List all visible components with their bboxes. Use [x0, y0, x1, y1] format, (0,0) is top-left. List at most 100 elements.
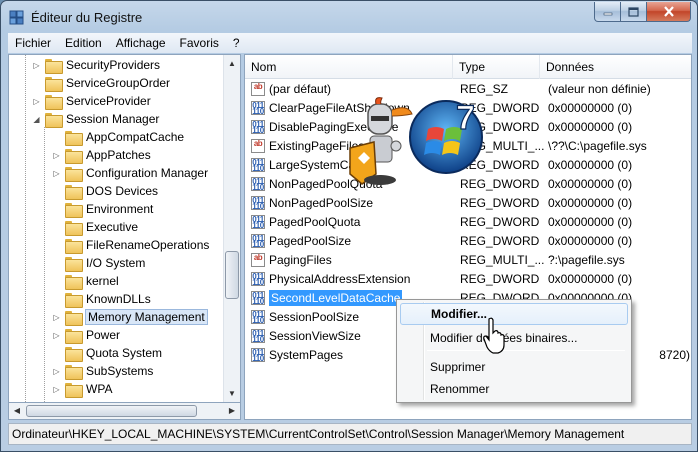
- menu-fichier[interactable]: Fichier: [8, 36, 58, 50]
- value-data: (valeur non définie): [548, 82, 651, 96]
- menu-item-renommer[interactable]: Renommer: [400, 378, 628, 400]
- close-button[interactable]: [647, 2, 691, 22]
- menu-help[interactable]: ?: [226, 36, 247, 50]
- tree-item-label: FileRenameOperations: [86, 238, 210, 252]
- value-data: 0x00000000 (0): [548, 234, 633, 248]
- value-data: \??\C:\pagefile.sys: [548, 139, 647, 153]
- tree-item-power[interactable]: ▷ Power: [52, 326, 120, 344]
- column-header-name[interactable]: Nom: [245, 55, 453, 79]
- tree-vertical-scrollbar[interactable]: ▲ ▼: [223, 55, 240, 402]
- binary-value-icon: 011 110: [251, 329, 265, 344]
- folder-icon: [65, 202, 83, 218]
- value-name: SystemPages: [269, 348, 344, 362]
- tree-item-executive[interactable]: Executive: [52, 218, 138, 236]
- minimize-button[interactable]: [594, 2, 621, 22]
- tree-hscroll-thumb[interactable]: [26, 405, 197, 417]
- value-name: SecondLevelDataCache: [269, 290, 403, 306]
- window-title: Éditeur du Registre: [31, 10, 143, 25]
- menu-favoris[interactable]: Favoris: [173, 36, 226, 50]
- expand-arrow-icon[interactable]: ▷: [52, 367, 61, 376]
- context-menu: Modifier... Modifier données binaires...…: [396, 299, 632, 403]
- tree-item-environment[interactable]: Environment: [52, 200, 153, 218]
- binary-value-icon: 011 110: [251, 101, 265, 116]
- tree-item-i-o-system[interactable]: I/O System: [52, 254, 145, 272]
- tree-item-quota-system[interactable]: Quota System: [52, 344, 162, 362]
- value-name-cell: PagingFiles: [269, 251, 453, 269]
- tree-item-servicegrouporder[interactable]: ServiceGroupOrder: [32, 74, 170, 92]
- expand-arrow-icon[interactable]: ▷: [52, 331, 61, 340]
- scroll-down-icon[interactable]: ▼: [224, 385, 240, 402]
- win7-badge-text: 7: [456, 99, 475, 137]
- value-name: PagedPoolQuota: [269, 215, 361, 229]
- menu-affichage[interactable]: Affichage: [109, 36, 173, 50]
- tree-item-label: AppCompatCache: [86, 130, 185, 144]
- menu-edition[interactable]: Edition: [58, 36, 109, 50]
- menu-item-modifier[interactable]: Modifier...: [400, 303, 628, 325]
- table-row[interactable]: 011 110 NonPagedPoolSize REG_DWORD 0x0000000…: [245, 194, 691, 212]
- title-bar[interactable]: Éditeur du Registre: [1, 1, 697, 33]
- tree-item-securityproviders[interactable]: ▷ SecurityProviders: [32, 56, 160, 74]
- value-name: SessionViewSize: [269, 329, 361, 343]
- column-header-data[interactable]: Données: [540, 55, 691, 79]
- tree-item-filerenameoperations[interactable]: FileRenameOperations: [52, 236, 209, 254]
- menu-item-supprimer[interactable]: Supprimer: [400, 356, 628, 378]
- value-type: REG_DWORD: [460, 215, 540, 229]
- tree-item-wpa[interactable]: ▷ WPA: [52, 380, 112, 398]
- expand-arrow-icon[interactable]: ▷: [32, 97, 41, 106]
- registry-tree[interactable]: ▷ SecurityProviders ServiceGroupOrder ▷ Serv…: [8, 54, 241, 403]
- folder-icon: [65, 274, 83, 290]
- tree-item-label: ServiceProvider: [66, 94, 151, 108]
- windows7-badge-icon: 7: [409, 98, 483, 174]
- binary-value-icon: 011 110: [251, 348, 265, 363]
- binary-value-icon: 011 110: [251, 177, 265, 192]
- folder-icon: [65, 346, 83, 362]
- collapse-arrow-icon[interactable]: ◢: [32, 115, 41, 124]
- tree-item-memory-management[interactable]: ▷ Memory Management: [52, 308, 208, 326]
- tree-item-configuration-manager[interactable]: ▷ Configuration Manager: [52, 164, 208, 182]
- table-row[interactable]: 011 110 PagedPoolQuota REG_DWORD 0x00000000 …: [245, 213, 691, 231]
- tree-scroll-thumb[interactable]: [225, 251, 239, 299]
- folder-icon: [65, 256, 83, 272]
- tree-item-label: ServiceGroupOrder: [66, 76, 171, 90]
- expand-arrow-icon[interactable]: ▷: [52, 169, 61, 178]
- column-header-type[interactable]: Type: [453, 55, 540, 79]
- scroll-right-icon[interactable]: ▶: [224, 403, 240, 418]
- value-type: REG_DWORD: [460, 234, 540, 248]
- table-row[interactable]: ab PagingFiles REG_MULTI_... ?:\pagefile.sy…: [245, 251, 691, 269]
- tree-horizontal-scrollbar[interactable]: ◀ ▶: [8, 403, 241, 420]
- menu-item-modifier-binary[interactable]: Modifier données binaires...: [400, 327, 628, 349]
- tree-item-serviceprovider[interactable]: ▷ ServiceProvider: [32, 92, 151, 110]
- value-name: PagedPoolSize: [269, 234, 352, 248]
- tree-item-session-manager[interactable]: ◢ Session Manager: [32, 110, 159, 128]
- scroll-left-icon[interactable]: ◀: [9, 403, 25, 418]
- expand-arrow-icon[interactable]: ▷: [52, 313, 61, 322]
- tree-item-apppatches[interactable]: ▷ AppPatches: [52, 146, 151, 164]
- hand-pointer-icon: [483, 317, 505, 354]
- tree-item-label: kernel: [86, 274, 119, 288]
- registry-editor-window: Éditeur du Registre Fichier Edition Affi…: [0, 0, 698, 452]
- tree-item-subsystems[interactable]: ▷ SubSystems: [52, 362, 153, 380]
- tree-item-kernel[interactable]: kernel: [52, 272, 119, 290]
- tree-item-dos-devices[interactable]: DOS Devices: [52, 182, 158, 200]
- value-type: REG_MULTI_...: [460, 253, 545, 267]
- expand-arrow-icon[interactable]: ▷: [52, 385, 61, 394]
- value-name: PhysicalAddressExtension: [269, 272, 411, 286]
- expand-arrow-icon[interactable]: ▷: [52, 151, 61, 160]
- maximize-button[interactable]: [621, 2, 647, 22]
- scroll-up-icon[interactable]: ▲: [224, 55, 240, 72]
- tree-item-label: Executive: [86, 220, 139, 234]
- tree-item-appcompatcache[interactable]: AppCompatCache: [52, 128, 184, 146]
- folder-icon: [65, 382, 83, 398]
- tree-item-knowndlls[interactable]: KnownDLLs: [52, 290, 151, 308]
- table-row[interactable]: 011 110 PagedPoolSize REG_DWORD 0x00000000 (…: [245, 232, 691, 250]
- tree-item-label: Session Manager: [66, 112, 160, 126]
- menu-separator: [427, 350, 625, 351]
- table-row[interactable]: 011 110 PhysicalAddressExtension REG_DWORD 0…: [245, 270, 691, 288]
- expand-arrow-icon[interactable]: ▷: [32, 61, 41, 70]
- value-name: (par défaut): [269, 82, 332, 96]
